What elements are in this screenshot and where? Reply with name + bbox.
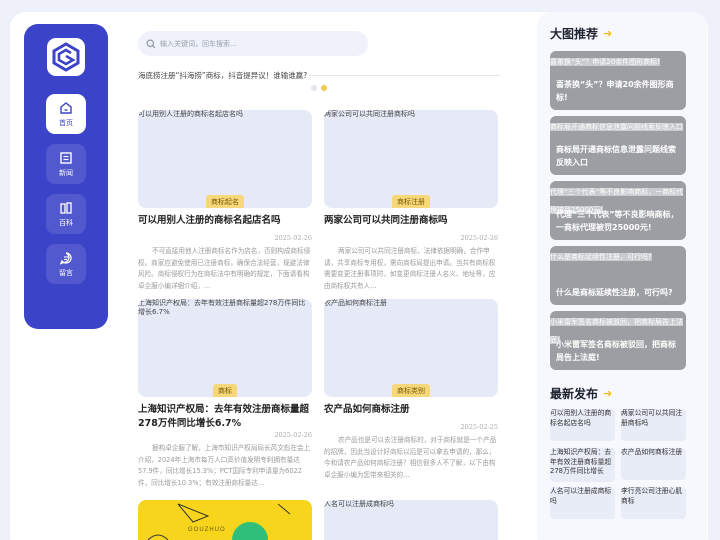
- carousel-dot[interactable]: [311, 85, 317, 91]
- carousel-dot-active[interactable]: [321, 85, 327, 91]
- category-tag[interactable]: 商标类别: [392, 384, 430, 397]
- sidebar-item-label: 留言: [59, 268, 73, 277]
- carousel-dots: [311, 85, 327, 91]
- article-card[interactable]: 两家公司可以共同注册商标吗 商标注册 两家公司可以共同注册商标吗 2025-02…: [324, 110, 498, 292]
- article-card[interactable]: 可以用别人注册的商标名起店名吗 商标起名 可以用别人注册的商标名起店名吗 202…: [138, 110, 312, 292]
- latest-item[interactable]: 李行亮公司注册心肌商标: [621, 487, 686, 519]
- featured-caption[interactable]: 商标局开通商标信息泄露问题线索反映入口: [556, 143, 680, 169]
- logo-icon: [52, 42, 80, 72]
- featured-caption[interactable]: 什么是商标延续性注册，可行吗?: [556, 286, 680, 299]
- card-description: 两家公司可以共同注册商标，法律依据明确，合作申请，共享商标专用权，需向商标局提出…: [324, 247, 496, 290]
- card-description: 农产品也是可以去注册商标的，对于商标就是一个产品的招牌，因此当设计好商标以后是可…: [324, 436, 497, 479]
- featured-item[interactable]: 什么是商标延续性注册，可行吗? 什么是商标延续性注册，可行吗?: [550, 246, 686, 305]
- home-icon: [60, 101, 72, 114]
- sidebar-item-message[interactable]: 留言: [46, 244, 86, 284]
- card-date: 2025-02-26: [460, 234, 498, 242]
- card-thumbnail[interactable]: 两家公司可以共同注册商标吗 商标注册: [324, 110, 498, 208]
- card-thumbnail-image[interactable]: GOUZHUO: [138, 500, 312, 540]
- message-icon: [59, 251, 72, 265]
- card-title[interactable]: 上海知识产权局：去年有效注册商标量超278万件同比增长6.7%: [138, 403, 312, 431]
- featured-caption[interactable]: 喜茶换“头”？申请20余件图形商标!: [556, 78, 680, 104]
- featured-alt-text: 什么是商标延续性注册，可行吗?: [550, 253, 652, 261]
- card-title[interactable]: 农产品如何商标注册: [324, 403, 498, 417]
- latest-item[interactable]: 两家公司可以共同注册商标吗: [621, 409, 686, 441]
- card-description: 据构卓企服了解，上海市知识产权局局长芮文彪在会上介绍，2024年上海市每万人口高…: [138, 444, 311, 487]
- featured-alt-text: 喜茶换“头”？申请20余件图形商标!: [550, 58, 660, 66]
- card-date: 2025-02-26: [274, 234, 312, 242]
- latest-item[interactable]: 人名可以注册成商标吗: [550, 487, 615, 519]
- card-date: 2025-02-25: [460, 423, 498, 431]
- card-description: 不可直接用他人注册商标名作为店名，否则构成商标侵权。商家应避免使用已注册商标，确…: [138, 247, 311, 290]
- featured-caption[interactable]: 小米雷军签名商标被驳回，把商标局告上法庭!: [556, 338, 680, 364]
- news-icon: [60, 151, 72, 164]
- article-card[interactable]: 人名可以注册成商标吗: [324, 500, 498, 540]
- sidebar-item-label: 百科: [59, 218, 73, 227]
- thumbnail-alt-text: 上海知识产权局：去年有效注册商标量超278万件同比增长6.7%: [138, 299, 306, 316]
- card-thumbnail[interactable]: 农产品如何商标注册 商标类别: [324, 299, 498, 397]
- arrow-right-icon: ➔: [603, 27, 613, 40]
- featured-item[interactable]: 代理“三个代表”等不良影响商标，一商标代理被罚25000元! 代理“三个代表”等…: [550, 181, 686, 240]
- decorative-shapes-icon: [147, 503, 291, 540]
- encyclopedia-icon: [60, 201, 72, 214]
- section-title-big-images: 大图推荐 ➔: [550, 25, 612, 42]
- featured-caption[interactable]: 代理“三个代表”等不良影响商标，一商标代理被罚25000元!: [556, 208, 680, 234]
- search-icon: [146, 39, 156, 48]
- latest-item[interactable]: 农产品如何商标注册: [621, 448, 686, 480]
- article-card[interactable]: 农产品如何商标注册 商标类别 农产品如何商标注册 2025-02-25 农产品也…: [324, 299, 498, 481]
- latest-item[interactable]: 可以用别人注册的商标名起店名吗: [550, 409, 615, 441]
- section-title-text: 最新发布: [550, 387, 599, 401]
- search-input[interactable]: [160, 39, 350, 48]
- thumbnail-alt-text: 可以用别人注册的商标名起店名吗: [138, 110, 243, 118]
- featured-item[interactable]: 小米雷军签名商标被驳回，把商标局告上法庭! 小米雷军签名商标被驳回，把商标局告上…: [550, 311, 686, 370]
- sidebar-item-home[interactable]: 首页: [46, 94, 86, 134]
- card-thumbnail[interactable]: 人名可以注册成商标吗: [324, 500, 498, 540]
- category-tag[interactable]: 商标注册: [392, 195, 430, 208]
- sidebar-item-news[interactable]: 新闻: [46, 144, 86, 184]
- featured-item[interactable]: 商标局开通商标信息泄露问题线索反映入口 商标局开通商标信息泄露问题线索反映入口: [550, 116, 686, 175]
- section-title-latest: 最新发布 ➔: [550, 385, 612, 402]
- search-bar: [138, 31, 368, 56]
- featured-alt-text: 商标局开通商标信息泄露问题线索反映入口: [550, 123, 683, 131]
- card-thumbnail[interactable]: 上海知识产权局：去年有效注册商标量超278万件同比增长6.7% 商标: [138, 299, 312, 397]
- featured-item[interactable]: 喜茶换“头”？申请20余件图形商标! 喜茶换“头”？申请20余件图形商标!: [550, 51, 686, 110]
- sidebar-item-label: 首页: [59, 118, 73, 127]
- thumbnail-alt-text: 人名可以注册成商标吗: [324, 500, 394, 508]
- article-card[interactable]: 上海知识产权局：去年有效注册商标量超278万件同比增长6.7% 商标 上海知识产…: [138, 299, 312, 489]
- latest-item[interactable]: 上海知识产权局：去年有效注册商标量超278万件同比增长: [550, 448, 615, 482]
- banner-alt-text: 海底捞注册“抖海捞”商标，抖音提异议！谁输谁赢?: [138, 70, 310, 81]
- category-tag[interactable]: 商标: [213, 384, 237, 397]
- card-title[interactable]: 两家公司可以共同注册商标吗: [324, 214, 498, 228]
- card-thumbnail[interactable]: 可以用别人注册的商标名起店名吗 商标起名: [138, 110, 312, 208]
- sidebar: 首页 新闻 百科 留言: [24, 24, 108, 329]
- sidebar-item-encyclopedia[interactable]: 百科: [46, 194, 86, 234]
- sidebar-item-label: 新闻: [59, 168, 73, 177]
- thumbnail-alt-text: 农产品如何商标注册: [324, 299, 387, 307]
- arrow-right-icon: ➔: [603, 387, 613, 400]
- thumbnail-text: GOUZHUO: [188, 527, 226, 533]
- category-tag[interactable]: 商标起名: [206, 195, 244, 208]
- thumbnail-alt-text: 两家公司可以共同注册商标吗: [324, 110, 415, 118]
- section-title-text: 大图推荐: [550, 27, 599, 41]
- logo[interactable]: [47, 38, 85, 76]
- card-title[interactable]: 可以用别人注册的商标名起店名吗: [138, 214, 312, 228]
- card-date: 2025-02-26: [274, 431, 312, 439]
